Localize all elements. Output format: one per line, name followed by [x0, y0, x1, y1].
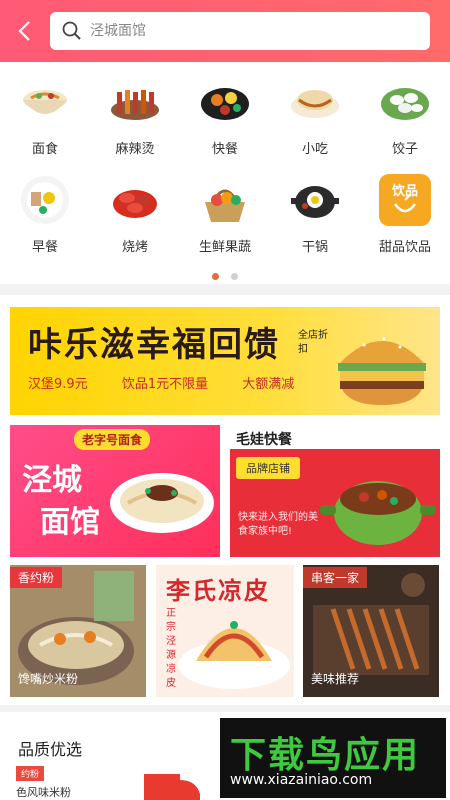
category-label: 快餐 — [211, 142, 238, 157]
promo-section: 咔乐滋幸福回馈 全店折扣 汉堡9.9元 饮品1元不限量 大额满减 老字号面食 泾… — [0, 295, 450, 705]
noodle-bowl-image — [110, 473, 214, 533]
card-caption: 馋嘴炒米粉 — [18, 672, 79, 686]
item-tag: 约粉 — [16, 766, 45, 781]
banner-badge: 全店折扣 — [298, 330, 328, 355]
category-label: 面食 — [31, 142, 58, 157]
category-label: 生鲜果蔬 — [198, 240, 251, 255]
card-tag: 香约粉 — [10, 567, 63, 588]
watermark-url: www.xiazainiao.com — [230, 772, 373, 788]
category-bbq[interactable]: 烧烤 — [100, 174, 170, 255]
carousel-dot[interactable] — [230, 273, 238, 280]
bento-icon — [199, 76, 251, 128]
skewers-icon — [109, 76, 161, 128]
card-title: 李氏凉皮 — [166, 577, 270, 605]
carousel-dot-active[interactable] — [212, 273, 220, 280]
carousel-indicator — [0, 265, 450, 284]
category-snacks[interactable]: 小吃 — [280, 76, 350, 157]
search-box[interactable] — [50, 12, 430, 50]
fruit-basket-icon — [199, 174, 251, 226]
card-tag: 串客一家 — [303, 567, 368, 588]
card-red-panel: 品牌店铺 快来进入我们的美食家族中吧! — [230, 449, 440, 557]
dumplings-icon — [379, 76, 431, 128]
banner-sub: 汉堡9.9元 — [28, 377, 88, 392]
category-label: 麻辣烫 — [115, 142, 155, 157]
category-drypot[interactable]: 干锅 — [280, 174, 350, 255]
banner-title: 咔乐滋幸福回馈 — [28, 325, 280, 365]
card-caption: 美味推荐 — [311, 672, 360, 686]
card-skewers[interactable]: 串客一家 美味推荐 — [303, 565, 439, 697]
brand-store-pill: 品牌店铺 — [236, 457, 300, 479]
section-title: 品质优选 — [18, 740, 83, 759]
dry-pot-icon — [289, 174, 341, 226]
product-thumbnail[interactable] — [140, 764, 210, 800]
burger-image — [338, 337, 426, 405]
banner-sub: 饮品1元不限量 — [121, 377, 209, 392]
watermark-brand: 下载鸟应用 — [230, 735, 421, 776]
category-dumplings[interactable]: 饺子 — [370, 76, 440, 157]
banner-subtitles: 汉堡9.9元 饮品1元不限量 大额满减 — [28, 373, 324, 392]
category-label: 小吃 — [301, 142, 328, 157]
category-label: 早餐 — [31, 240, 58, 255]
banner-sub: 大额满减 — [242, 377, 295, 392]
promo-banner[interactable]: 咔乐滋幸福回馈 全店折扣 汉堡9.9元 饮品1元不限量 大额满减 — [10, 307, 440, 415]
drink-cup-icon: 饮品 — [379, 174, 431, 226]
card-rice-noodle[interactable]: 香约粉 馋嘴炒米粉 — [10, 565, 146, 697]
noodle-bowl-icon — [19, 76, 71, 128]
crayfish-icon — [109, 174, 161, 226]
green-pot-image — [320, 481, 436, 545]
back-icon[interactable] — [12, 18, 38, 44]
search-input[interactable] — [90, 12, 420, 50]
category-malatang[interactable]: 麻辣烫 — [100, 76, 170, 157]
card-title-line1: 泾城 — [22, 463, 82, 498]
card-title-line2: 面馆 — [40, 505, 100, 540]
category-fastfood[interactable]: 快餐 — [190, 76, 260, 157]
card-vertical-text: 正宗泾源凉皮 — [166, 608, 176, 689]
breakfast-plate-icon — [19, 174, 71, 226]
card-maowa-fastfood[interactable]: 毛娃快餐 品牌店铺 快来进入我们的美食家族中吧! — [230, 425, 440, 557]
search-icon — [62, 21, 81, 40]
category-label: 干锅 — [301, 240, 328, 255]
category-label: 饺子 — [391, 142, 418, 157]
category-label: 烧烤 — [121, 240, 148, 255]
category-label: 甜品饮品 — [378, 240, 431, 255]
card-liangpi[interactable]: 李氏凉皮 正宗泾源凉皮 — [156, 565, 294, 697]
card-note: 快来进入我们的美食家族中吧! — [238, 512, 318, 537]
item-name[interactable]: 色风味米粉 — [16, 784, 71, 800]
card-tag: 老字号面食 — [74, 429, 151, 450]
category-grid: 面食 麻辣烫 快餐 小吃 饺子 早餐 烧烤 生鲜果蔬 干锅 饮品 甜品饮品 — [0, 62, 450, 284]
pancake-icon — [289, 76, 341, 128]
top-bar — [0, 0, 450, 62]
category-noodles[interactable]: 面食 — [10, 76, 80, 157]
category-fresh-produce[interactable]: 生鲜果蔬 — [190, 174, 260, 255]
card-title: 毛娃快餐 — [236, 432, 292, 448]
category-desserts-drinks[interactable]: 饮品 甜品饮品 — [370, 174, 440, 255]
card-noodle-shop[interactable]: 老字号面食 泾城 面馆 — [10, 425, 220, 557]
category-breakfast[interactable]: 早餐 — [10, 174, 80, 255]
watermark: 下载鸟应用 www.xiazainiao.com — [220, 718, 446, 798]
